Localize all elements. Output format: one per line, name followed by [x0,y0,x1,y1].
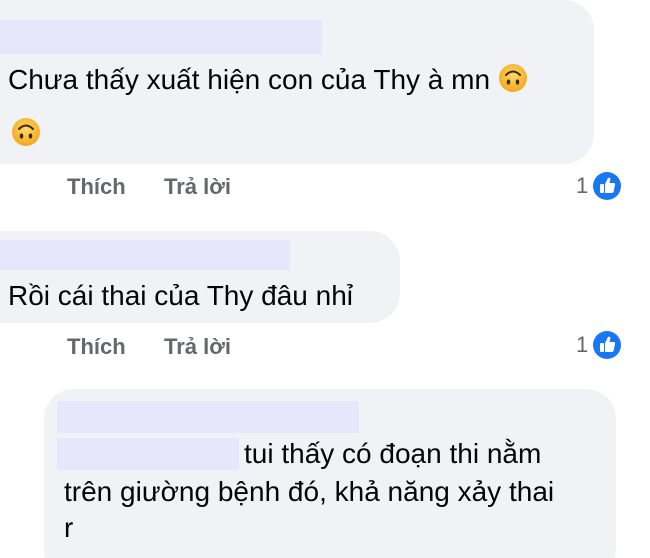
reaction-count: 1 [576,332,589,357]
like-icon [592,171,622,201]
reaction-summary[interactable]: 1 [576,330,622,360]
redacted-mention [57,438,239,470]
reply-text-line: trên giường bệnh đó, khả năng xảy thai [64,476,555,507]
like-action[interactable]: Thích [67,334,126,360]
redacted-author-name [0,20,322,54]
reply-action[interactable]: Trả lời [164,174,231,200]
reply-action[interactable]: Trả lời [164,334,231,360]
reaction-count: 1 [576,173,589,198]
comment-text: Rồi cái thai của Thy đâu nhỉ [8,276,353,316]
like-icon [592,330,622,360]
comment-thread: Chưa thấy xuất hiện con của Thy à mn Thí… [0,0,650,558]
reaction-summary[interactable]: 1 [576,171,622,201]
comment-text-line: Rồi cái thai của Thy đâu nhỉ [8,280,354,311]
like-action[interactable]: Thích [67,174,126,200]
comment-text-line: Chưa thấy xuất hiện con của Thy à mn [8,64,491,95]
redacted-author-name [57,401,359,433]
comment-text: Chưa thấy xuất hiện con của Thy à mn [8,60,528,100]
reply-text-line: tui thấy có đoạn thi nằm [244,438,542,469]
upside-down-face-icon [498,63,528,93]
upside-down-face-icon [11,117,41,147]
reply-text-line: r [64,512,74,543]
redacted-author-name [0,240,290,270]
